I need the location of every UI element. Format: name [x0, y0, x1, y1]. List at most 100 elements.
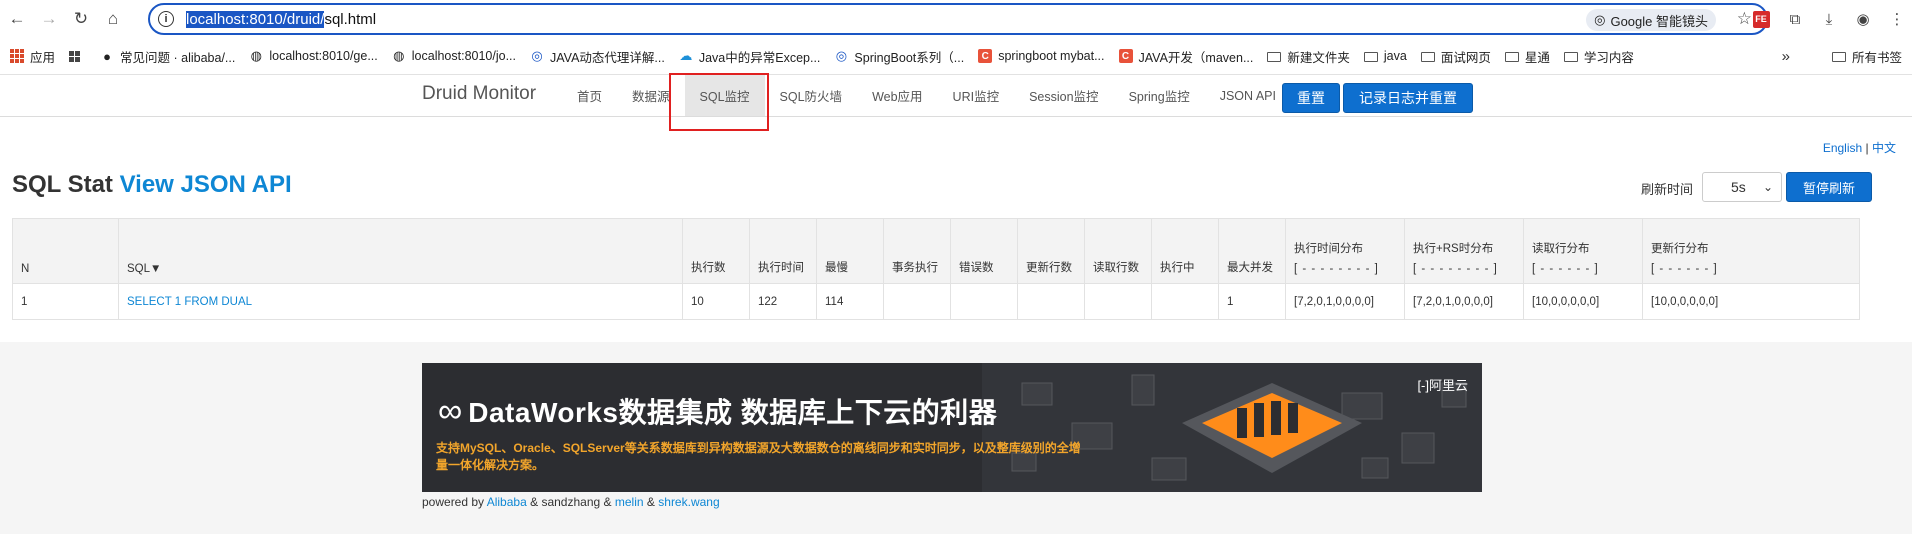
- druid-navbar: Druid Monitor 首页 数据源 SQL监控 SQL防火墙 Web应用 …: [0, 73, 1912, 131]
- back-arrow-icon[interactable]: ←: [2, 4, 32, 34]
- bookmark-item[interactable]: C JAVA开发（maven...: [1118, 47, 1253, 66]
- col-header[interactable]: 最慢: [816, 218, 884, 284]
- cell-max-concurrent: 1: [1218, 283, 1286, 320]
- bookmark-tab-grid[interactable]: [69, 50, 86, 62]
- menu-sql-firewall[interactable]: SQL防火墙: [765, 75, 858, 116]
- cell-n: 1: [12, 283, 119, 320]
- col-header[interactable]: 事务执行: [883, 218, 951, 284]
- bookmark-item[interactable]: ◍ localhost:8010/jo...: [392, 48, 516, 64]
- cell-read-rows: [1084, 283, 1152, 320]
- infinity-logo-icon: ∞: [438, 392, 463, 430]
- lens-icon: ◎: [1594, 12, 1606, 27]
- bookmark-item[interactable]: Cspringboot mybat...: [978, 49, 1105, 63]
- col-header[interactable]: 执行时间: [749, 218, 817, 284]
- forward-arrow-icon[interactable]: →: [34, 4, 64, 34]
- refresh-interval-label: 刷新时间: [1641, 182, 1694, 197]
- col-header[interactable]: 更新行数: [1017, 218, 1085, 284]
- sql-link[interactable]: SELECT 1 FROM DUAL: [118, 283, 683, 320]
- folder-icon: [1563, 52, 1578, 62]
- cell-tx-exec: [883, 283, 951, 320]
- folder-icon: [1831, 52, 1846, 62]
- address-bar[interactable]: i localhost:8010/druid/sql.html ◎ Google…: [148, 3, 1768, 35]
- blog-icon: ◎: [835, 48, 848, 63]
- dataworks-ad-banner[interactable]: ∞ DataWorks数据集成 数据库上下云的利器 支持MySQL、Oracle…: [422, 363, 1482, 492]
- profile-icon[interactable]: ◉: [1848, 4, 1878, 34]
- bookmarks-bar: 应用 ● 常见问题 · alibaba/... ◍ localhost:8010/g…: [0, 38, 1912, 75]
- blog-icon: ◎: [531, 48, 543, 63]
- col-header[interactable]: 执行+RS时分布[ - - - - - - - - ]: [1404, 218, 1524, 284]
- cell-exec-hist: [7,2,0,1,0,0,0,0]: [1285, 283, 1405, 320]
- cloud-icon: ☁: [679, 48, 693, 63]
- lang-english-link[interactable]: English: [1823, 141, 1862, 155]
- col-header[interactable]: SQL▼: [118, 218, 683, 284]
- reload-icon[interactable]: ↻: [66, 4, 96, 34]
- menu-home[interactable]: 首页: [562, 75, 617, 116]
- col-header[interactable]: 最大并发: [1218, 218, 1286, 284]
- all-bookmarks-folder[interactable]: 所有书签: [1831, 47, 1902, 66]
- home-icon[interactable]: ⌂: [98, 4, 128, 34]
- extension-fe-icon[interactable]: FE: [1746, 4, 1776, 34]
- bookmark-folder[interactable]: 星通: [1504, 47, 1550, 66]
- col-header[interactable]: 更新行分布[ - - - - - - ]: [1642, 218, 1860, 284]
- bookmark-folder[interactable]: java: [1363, 49, 1407, 63]
- active-tab-highlight: [669, 73, 769, 131]
- cell-update-hist: [10,0,0,0,0,0]: [1642, 283, 1860, 320]
- brand-title[interactable]: Druid Monitor: [422, 83, 536, 105]
- menu-spring-monitor[interactable]: Spring监控: [1114, 75, 1205, 116]
- sql-stat-table: N SQL▼ 执行数 执行时间 最慢 事务执行 错误数 更新行数 读取行数 执行…: [12, 218, 1860, 320]
- cell-exec-rs-hist: [7,2,0,1,0,0,0,0]: [1404, 283, 1524, 320]
- cell-update-rows: [1017, 283, 1085, 320]
- banner-subtitle: 支持MySQL、Oracle、SQLServer等关系数据库到异构数据源及大数据…: [436, 441, 1081, 472]
- cell-errors: [950, 283, 1018, 320]
- site-info-icon[interactable]: i: [158, 11, 174, 27]
- col-header[interactable]: 读取行数: [1084, 218, 1152, 284]
- page-title: SQL Stat View JSON API: [12, 171, 292, 198]
- url-text[interactable]: localhost:8010/druid/sql.html: [186, 10, 376, 28]
- reset-button[interactable]: 重置: [1282, 83, 1340, 113]
- col-header[interactable]: 读取行分布[ - - - - - - ]: [1523, 218, 1643, 284]
- menu-json-api[interactable]: JSON API: [1205, 75, 1291, 116]
- refresh-interval-select[interactable]: 5s ⌄: [1702, 172, 1782, 202]
- bookmark-folder[interactable]: 学习内容: [1563, 47, 1634, 66]
- col-header[interactable]: 错误数: [950, 218, 1018, 284]
- bookmark-item[interactable]: ☁ Java中的异常Excep...: [679, 47, 820, 66]
- view-json-api-link[interactable]: View JSON API: [120, 171, 292, 198]
- bookmark-apps[interactable]: 应用: [10, 47, 55, 66]
- col-header[interactable]: 执行中: [1151, 218, 1219, 284]
- col-header[interactable]: N: [12, 218, 119, 284]
- menu-web-app[interactable]: Web应用: [857, 75, 937, 116]
- menu-uri-monitor[interactable]: URI监控: [938, 75, 1015, 116]
- cell-read-hist: [10,0,0,0,0,0]: [1523, 283, 1643, 320]
- extensions-puzzle-icon[interactable]: ⧉: [1780, 4, 1810, 34]
- globe-icon: ◍: [393, 48, 405, 63]
- bookmark-item[interactable]: ◎ SpringBoot系列（...: [834, 47, 964, 66]
- bookmark-item[interactable]: ● 常见问题 · alibaba/...: [100, 47, 235, 66]
- powered-by-credits: powered by Alibaba & sandzhang & melin &…: [422, 495, 720, 509]
- bookmark-item[interactable]: ◍ localhost:8010/ge...: [249, 48, 378, 64]
- bookmarks-overflow-icon[interactable]: »: [1782, 48, 1790, 65]
- melin-link[interactable]: melin: [615, 495, 644, 509]
- cell-exec-time: 122: [749, 283, 817, 320]
- shrek-wang-link[interactable]: shrek.wang: [658, 495, 719, 509]
- col-header[interactable]: 执行时间分布[ - - - - - - - - ]: [1285, 218, 1405, 284]
- pause-refresh-button[interactable]: 暂停刷新: [1786, 172, 1872, 202]
- bookmark-item[interactable]: ◎ JAVA动态代理详解...: [530, 47, 665, 66]
- bookmark-folder[interactable]: 面试网页: [1420, 47, 1491, 66]
- more-menu-icon[interactable]: ⋮: [1882, 4, 1912, 34]
- lang-chinese-link[interactable]: 中文: [1872, 141, 1896, 155]
- aliyun-logo: [-]阿里云: [1417, 378, 1468, 393]
- folder-icon: [1504, 52, 1519, 62]
- download-icon[interactable]: ⤓: [1814, 4, 1844, 34]
- tab-grid-icon: [69, 50, 81, 62]
- alibaba-link[interactable]: Alibaba: [487, 495, 527, 509]
- bookmark-folder[interactable]: 新建文件夹: [1267, 47, 1350, 66]
- col-header[interactable]: 执行数: [682, 218, 750, 284]
- lang-separator: |: [1865, 141, 1869, 155]
- folder-icon: [1420, 52, 1435, 62]
- google-lens-button[interactable]: ◎ Google 智能镜头: [1586, 9, 1716, 31]
- folder-icon: [1363, 52, 1378, 62]
- globe-icon: ◍: [250, 48, 263, 63]
- menu-session-monitor[interactable]: Session监控: [1014, 75, 1113, 116]
- log-and-reset-button[interactable]: 记录日志并重置: [1343, 83, 1473, 113]
- toolbar-right-icons: FE ⧉ ⤓ ◉ ⋮: [1742, 4, 1912, 34]
